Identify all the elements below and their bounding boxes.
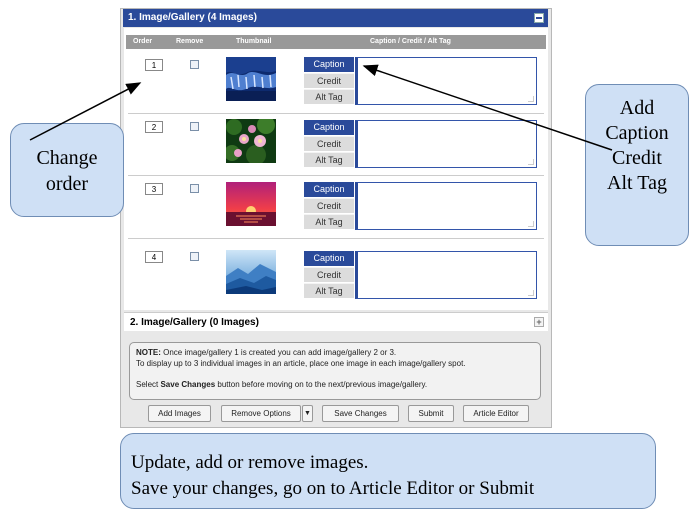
caption-button[interactable]: Caption	[304, 182, 354, 197]
remove-options-dropdown[interactable]: ▼	[302, 405, 313, 422]
col-caption: Caption / Credit / Alt Tag	[370, 38, 451, 45]
caption-textarea[interactable]	[355, 251, 537, 299]
remove-checkbox[interactable]	[190, 184, 199, 193]
mountains-thumbnail[interactable]	[226, 250, 276, 294]
submit-button[interactable]: Submit	[408, 405, 454, 422]
row-divider	[128, 175, 544, 176]
callout-update-images: Update, add or remove images. Save your …	[120, 433, 656, 509]
alt-tag-button[interactable]: Alt Tag	[304, 283, 354, 298]
save-changes-button[interactable]: Save Changes	[322, 405, 399, 422]
caption-button[interactable]: Caption	[304, 120, 354, 135]
callout-text: Alt Tag	[607, 172, 667, 194]
credit-button[interactable]: Credit	[304, 136, 354, 151]
sunset-thumbnail[interactable]	[226, 182, 276, 226]
callout-add-caption: Add Caption Credit Alt Tag	[585, 84, 689, 246]
callout-text: order	[45, 173, 89, 195]
add-images-button[interactable]: Add Images	[148, 405, 211, 422]
callout-text: Update, add or remove images.	[131, 452, 369, 473]
col-order: Order	[133, 38, 153, 45]
alt-tag-button[interactable]: Alt Tag	[304, 214, 354, 229]
alt-tag-button[interactable]: Alt Tag	[304, 152, 354, 167]
callout-text: Add	[619, 97, 655, 119]
action-button-bar: Add Images Remove Options ▼ Save Changes…	[124, 404, 548, 428]
section1-title: 1. Image/Gallery (4 Images)	[128, 12, 257, 23]
section2-header[interactable]: 2. Image/Gallery (0 Images) +	[124, 312, 548, 331]
note-box: NOTE: Once image/gallery 1 is created yo…	[129, 342, 541, 400]
credit-button[interactable]: Credit	[304, 73, 354, 88]
caption-textarea[interactable]	[355, 57, 537, 105]
lotus-thumbnail[interactable]	[226, 119, 276, 163]
alt-tag-button[interactable]: Alt Tag	[304, 89, 354, 104]
order-input[interactable]: 1	[145, 59, 163, 71]
col-thumbnail: Thumbnail	[236, 38, 272, 45]
expand-icon[interactable]: +	[534, 317, 544, 327]
waterfall-thumbnail[interactable]	[226, 57, 276, 101]
row-divider	[128, 238, 544, 239]
caption-button[interactable]: Caption	[304, 251, 354, 266]
note-line2: To display up to 3 individual images in …	[136, 359, 466, 368]
chevron-down-icon: ▼	[304, 410, 311, 417]
callout-text: Caption	[605, 122, 669, 144]
row-divider	[128, 113, 544, 114]
order-input[interactable]: 4	[145, 251, 163, 263]
column-header-row: Order Remove Thumbnail Caption / Credit …	[126, 35, 546, 49]
article-editor-button[interactable]: Article Editor	[463, 405, 529, 422]
note-line3b: Save Changes	[160, 380, 216, 389]
caption-textarea[interactable]	[355, 120, 537, 168]
caption-button[interactable]: Caption	[304, 57, 354, 72]
callout-text: Credit	[612, 147, 662, 169]
note-label: NOTE:	[136, 348, 161, 357]
section2-title: 2. Image/Gallery (0 Images)	[130, 317, 259, 328]
note-line3c: button before moving on to the next/prev…	[215, 380, 428, 389]
section1-header[interactable]: 1. Image/Gallery (4 Images)	[123, 9, 548, 27]
remove-checkbox[interactable]	[190, 60, 199, 69]
caption-textarea[interactable]	[355, 182, 537, 230]
order-input[interactable]: 2	[145, 121, 163, 133]
order-input[interactable]: 3	[145, 183, 163, 195]
note-line3a: Select	[136, 380, 161, 389]
col-remove: Remove	[176, 38, 204, 45]
callout-change-order: Change order	[10, 123, 124, 217]
note-line1: Once image/gallery 1 is created you can …	[160, 348, 397, 357]
remove-options-button[interactable]: Remove Options	[221, 405, 301, 422]
collapse-icon[interactable]	[534, 13, 544, 23]
callout-text: Change	[36, 147, 98, 169]
credit-button[interactable]: Credit	[304, 267, 354, 282]
remove-checkbox[interactable]	[190, 252, 199, 261]
callout-text: Save your changes, go on to Article Edit…	[131, 478, 535, 499]
remove-checkbox[interactable]	[190, 122, 199, 131]
credit-button[interactable]: Credit	[304, 198, 354, 213]
